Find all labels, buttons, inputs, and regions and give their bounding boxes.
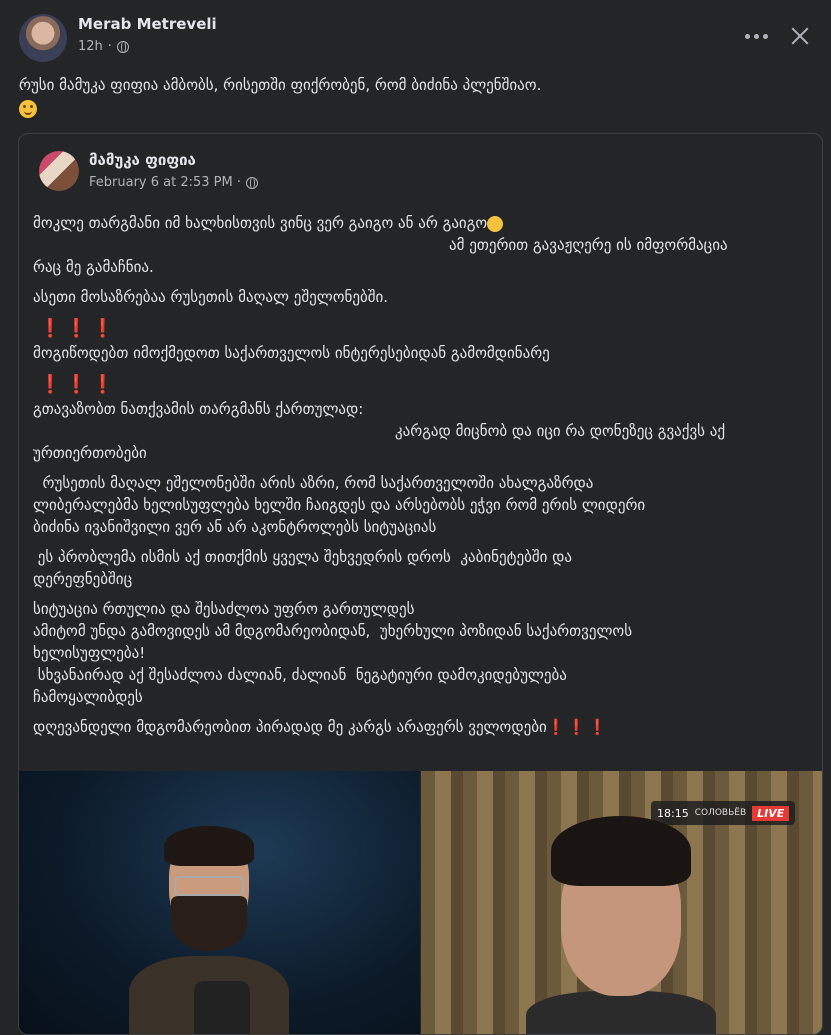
exclamation-icon: ❗❗❗	[39, 318, 119, 339]
globe-icon	[116, 40, 129, 53]
text-line: ხელისუფლება!	[33, 644, 146, 662]
post-author-name[interactable]: Merab Metreveli	[78, 15, 217, 33]
shared-media[interactable]: 18:15 СОЛОВЬЁВ LIVE	[19, 771, 822, 1034]
text-line: სხვანაირად აქ შესაძლოა ძალიან, ძალიან ნე…	[33, 666, 567, 684]
close-icon[interactable]	[784, 20, 816, 52]
post-author-avatar[interactable]	[19, 14, 67, 62]
text-line: ლიბერალებმა ხელისუფლება ხელში ჩაიგდეს და…	[33, 496, 646, 514]
post-text-line: რუსი მამუკა ფიფია ამბობს, რისეთში ფიქრობ…	[19, 76, 542, 94]
text-line: ჩამოყალიბდეს	[33, 688, 143, 706]
text-line: ამ ეთერით გავაჟღერე ის იმფორმაცია	[449, 236, 728, 254]
text-line: ეს პრობლემა ისმის აქ თითქმის ყველა შეხვე…	[33, 548, 573, 566]
dot-separator: ·	[107, 39, 112, 54]
globe-icon	[245, 176, 258, 189]
text-line: ამიტომ უნდა გამოვიდეს ამ მდგომარეობიდან,…	[33, 622, 633, 640]
person-right	[526, 816, 716, 1034]
text-line: ბიძინა ივანიშვილი ვერ ან არ აკონტროლებს …	[33, 518, 437, 536]
microphone	[194, 981, 250, 1034]
exclamation-icon: ❗❗❗	[546, 718, 609, 736]
more-options-button[interactable]	[738, 22, 774, 50]
more-icon	[744, 33, 750, 39]
text-line: მოგიწოდებთ იმოქმედოთ საქართველოს ინტერეს…	[33, 344, 550, 362]
shared-post-meta: February 6 at 2:53 PM ·	[89, 175, 258, 190]
text-line: რაც მე გამაჩნია.	[33, 258, 154, 276]
smile-emoji	[19, 100, 37, 118]
text-line: დღევანდელი მდგომარეობით პირადად მე კარგს…	[33, 718, 609, 736]
text-line: რუსეთის მაღალ ეშელონებში არის აზრი, რომ …	[33, 474, 594, 492]
text-line: დერეფნებშიც	[33, 570, 133, 588]
shared-author-name[interactable]: მამუკა ფიფია	[89, 151, 196, 169]
photo-right[interactable]: 18:15 СОЛОВЬЁВ LIVE	[421, 771, 822, 1034]
photo-left[interactable]	[19, 771, 420, 1034]
text-line: ასეთი მოსაზრებაა რუსეთის მაღალ ეშელონებშ…	[33, 288, 389, 306]
text-line: მოკლე თარგმანი იმ ხალხისთვის ვინც ვერ გა…	[33, 212, 808, 234]
shared-post-body: მოკლე თარგმანი იმ ხალხისთვის ვინც ვერ გა…	[33, 212, 808, 738]
post-text: რუსი მამუკა ფიფია ამბობს, რისეთში ფიქრობ…	[19, 74, 799, 118]
shared-post-date[interactable]: February 6 at 2:53 PM ·	[89, 175, 241, 190]
text-line: ურთიერთობები	[33, 444, 147, 462]
exclamation-icon: ❗❗❗	[39, 374, 119, 395]
post-meta: 12h ·	[78, 39, 129, 54]
text-line: სიტუაცია რთულია და შესაძლოა უფრო გართულდ…	[33, 600, 415, 618]
shared-author-avatar[interactable]	[39, 151, 79, 191]
live-label: LIVE	[752, 805, 790, 821]
shared-post-card[interactable]: მამუკა ფიფია February 6 at 2:53 PM · მოკ…	[18, 133, 823, 1035]
text-line: გთავაზობთ ნათქვამის თარგმანს ქართულად:	[33, 400, 364, 418]
post-time[interactable]: 12h	[78, 39, 103, 54]
text-line: კარგად მიცნობ და იცი რა დონეზეც გვაქვს ა…	[395, 422, 726, 440]
wink-emoji	[487, 215, 504, 232]
